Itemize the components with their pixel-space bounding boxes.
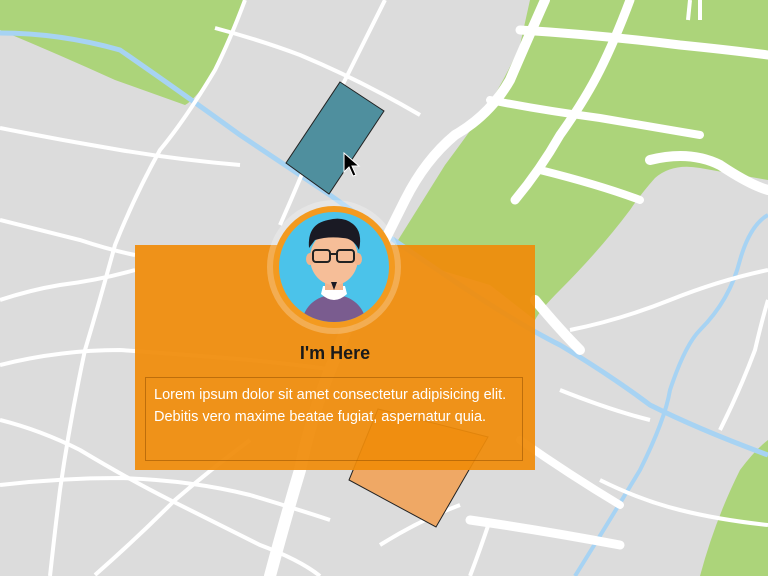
popup-title: I'm Here <box>299 343 371 363</box>
person-avatar-icon[interactable] <box>273 206 395 328</box>
mouse-cursor-icon <box>343 152 361 177</box>
popup-description: Lorem ipsum dolor sit amet consectetur a… <box>145 377 523 461</box>
